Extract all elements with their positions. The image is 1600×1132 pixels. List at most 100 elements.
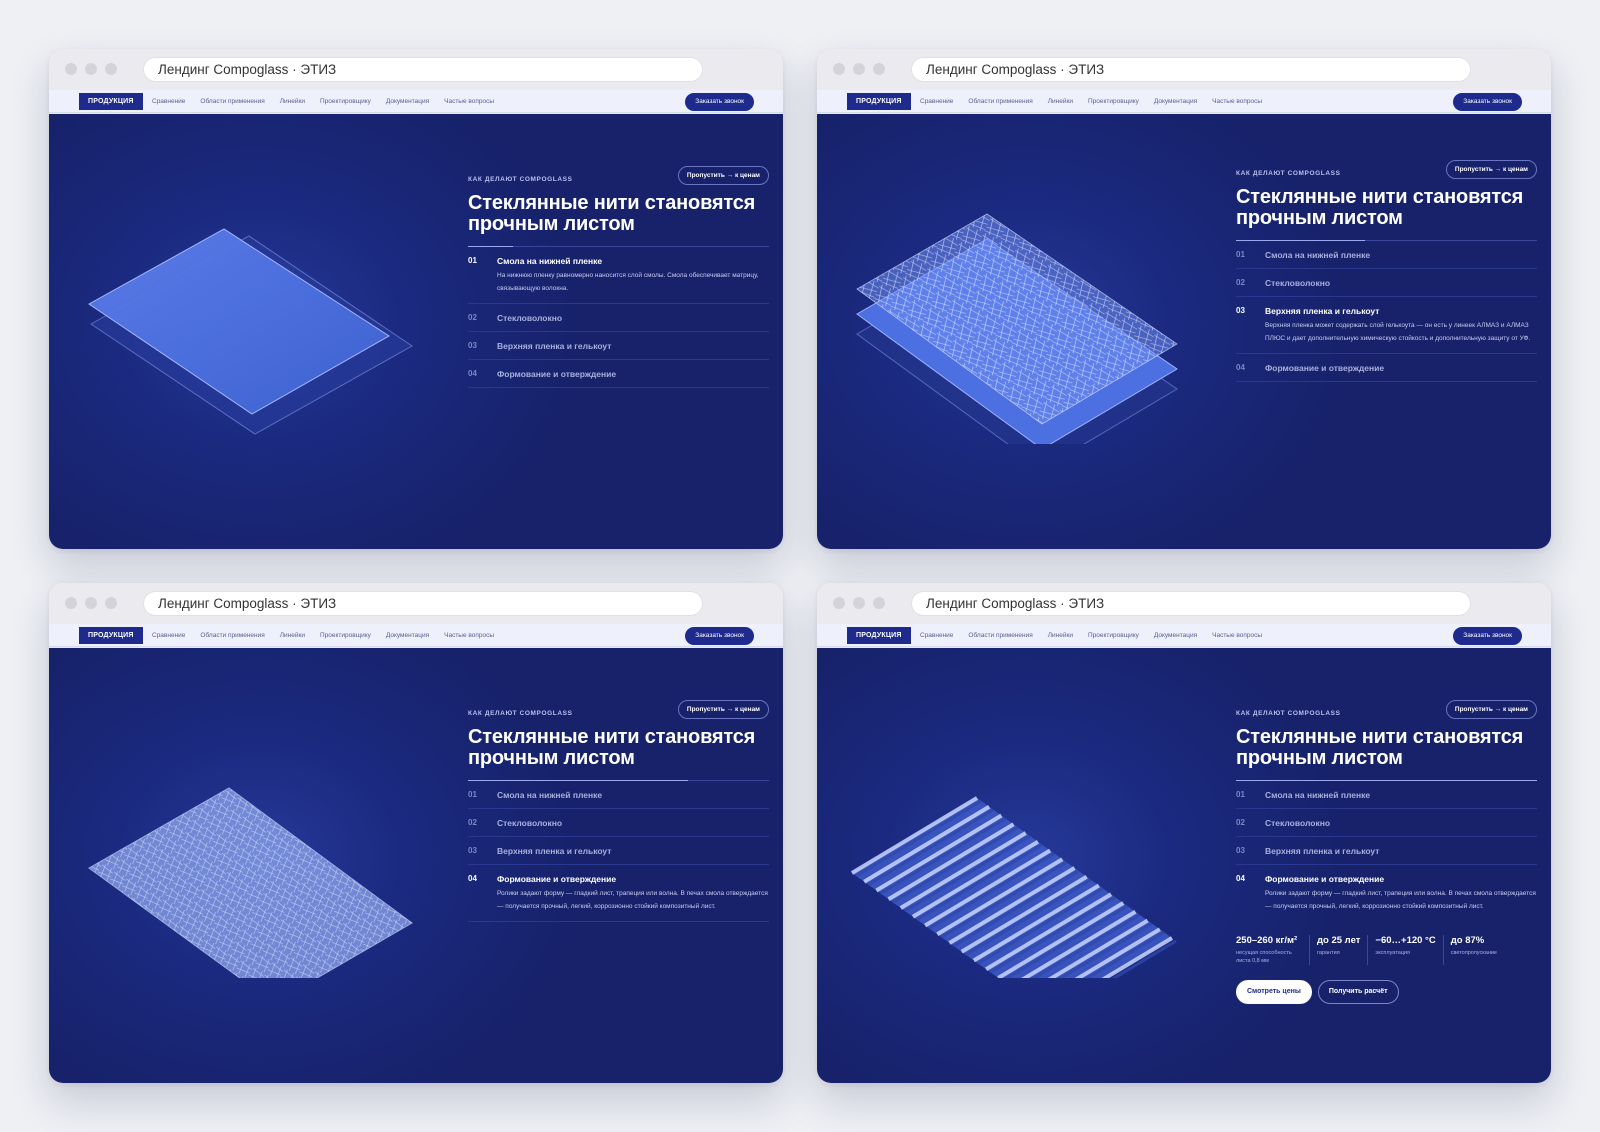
nav-link-faq[interactable]: Частые вопросы	[1212, 632, 1262, 639]
browser-chrome: Лендинг Compoglass · ЭТИЗ	[817, 49, 1551, 90]
zoom-dot[interactable]	[873, 597, 885, 609]
step-item[interactable]: 04 Формование и отверждение	[468, 360, 769, 388]
nav-link-lines[interactable]: Линейки	[1048, 98, 1073, 105]
nav-link-comparison[interactable]: Сравнение	[152, 98, 185, 105]
close-dot[interactable]	[65, 63, 77, 75]
step-item[interactable]: 03 Верхняя пленка и гелькоут Верхняя пле…	[1236, 297, 1537, 354]
step-item[interactable]: 02 Стекловолокно	[1236, 809, 1537, 837]
stat-label: гарантия	[1317, 950, 1340, 956]
step-item[interactable]: 03 Верхняя пленка и гелькоут	[468, 332, 769, 360]
close-dot[interactable]	[833, 63, 845, 75]
step-item[interactable]: 01 Смола на нижней пленке	[468, 781, 769, 809]
molded-sheet-illustration	[88, 787, 413, 978]
stat-label: эксплуатация	[1375, 950, 1410, 956]
nav-link-designers[interactable]: Проектировщику	[320, 98, 371, 105]
step-number: 03	[1236, 846, 1245, 855]
step-item[interactable]: 02 Стекловолокно	[468, 304, 769, 332]
nav-products[interactable]: ПРОДУКЦИЯ	[79, 627, 143, 644]
nav-link-designers[interactable]: Проектировщику	[1088, 632, 1139, 639]
step-title: Смола на нижней пленке	[1265, 250, 1371, 260]
skip-to-prices-button[interactable]: Пропустить → к ценам	[1445, 160, 1537, 179]
step-item[interactable]: 03 Верхняя пленка и гелькоут	[468, 837, 769, 865]
view-prices-button[interactable]: Смотреть цены	[1236, 980, 1312, 1004]
resin-film-illustration	[88, 228, 413, 435]
nav-link-faq[interactable]: Частые вопросы	[444, 98, 494, 105]
resin-layer	[88, 228, 390, 415]
nav-link-designers[interactable]: Проектировщику	[1088, 98, 1139, 105]
nav-link-applications[interactable]: Области применения	[200, 98, 264, 105]
nav-products[interactable]: ПРОДУКЦИЯ	[847, 93, 911, 110]
nav-link-comparison[interactable]: Сравнение	[920, 632, 953, 639]
stat-load: 250–260 кг/м² несущая способность листа …	[1236, 935, 1310, 965]
step-item[interactable]: 02 Стекловолокно	[468, 809, 769, 837]
skip-to-prices-button[interactable]: Пропустить → к ценам	[677, 166, 769, 185]
address-bar[interactable]: Лендинг Compoglass · ЭТИЗ	[143, 591, 703, 616]
order-call-button[interactable]: Заказать звонок	[685, 627, 754, 645]
step-description: Ролики задают форму — гладкий лист, трап…	[1265, 890, 1536, 910]
step-item[interactable]: 02 Стекловолокно	[1236, 269, 1537, 297]
order-call-button[interactable]: Заказать звонок	[1453, 627, 1522, 645]
step-item[interactable]: 01 Смола на нижней пленке На нижнюю плен…	[468, 247, 769, 304]
skip-to-prices-button[interactable]: Пропустить → к ценам	[1445, 700, 1537, 719]
step-number: 01	[468, 790, 477, 799]
step-number: 01	[468, 256, 477, 265]
browser-window-2: Лендинг Compoglass · ЭТИЗ ПРОДУКЦИЯ Срав…	[817, 49, 1551, 549]
step-title: Формование и отверждение	[1265, 363, 1385, 373]
stat-value: −60…+120 °С	[1375, 935, 1436, 946]
skip-to-prices-button[interactable]: Пропустить → к ценам	[677, 700, 769, 719]
nav-link-comparison[interactable]: Сравнение	[920, 98, 953, 105]
minimize-dot[interactable]	[85, 597, 97, 609]
browser-chrome: Лендинг Compoglass · ЭТИЗ	[49, 583, 783, 624]
step-item[interactable]: 01 Смола на нижней пленке	[1236, 241, 1537, 269]
step-item[interactable]: 01 Смола на нижней пленке	[1236, 781, 1537, 809]
nav-link-applications[interactable]: Области применения	[200, 632, 264, 639]
step-title: Верхняя пленка и гелькоут	[1265, 846, 1380, 856]
nav-link-applications[interactable]: Области применения	[968, 632, 1032, 639]
step-number: 02	[1236, 818, 1245, 827]
order-call-button[interactable]: Заказать звонок	[1453, 93, 1522, 111]
address-bar[interactable]: Лендинг Compoglass · ЭТИЗ	[143, 57, 703, 82]
zoom-dot[interactable]	[105, 597, 117, 609]
step-description: Верхняя пленка может содержать слой гель…	[1265, 322, 1531, 342]
order-call-button[interactable]: Заказать звонок	[685, 93, 754, 111]
nav-link-lines[interactable]: Линейки	[280, 98, 305, 105]
stat-label: несущая способность листа 0,8 мм	[1236, 950, 1292, 964]
step-item[interactable]: 04 Формование и отверждение	[1236, 354, 1537, 382]
step-title: Формование и отверждение	[497, 369, 617, 379]
step-number: 02	[468, 313, 477, 322]
nav-link-docs[interactable]: Документация	[386, 98, 429, 105]
nav-link-comparison[interactable]: Сравнение	[152, 632, 185, 639]
zoom-dot[interactable]	[873, 63, 885, 75]
nav-link-lines[interactable]: Линейки	[1048, 632, 1073, 639]
site-nav: ПРОДУКЦИЯ Сравнение Области применения Л…	[49, 624, 783, 647]
address-bar[interactable]: Лендинг Compoglass · ЭТИЗ	[911, 591, 1471, 616]
nav-link-lines[interactable]: Линейки	[280, 632, 305, 639]
nav-products[interactable]: ПРОДУКЦИЯ	[847, 627, 911, 644]
step-description: Ролики задают форму — гладкий лист, трап…	[497, 890, 768, 910]
close-dot[interactable]	[65, 597, 77, 609]
nav-link-faq[interactable]: Частые вопросы	[444, 632, 494, 639]
get-estimate-button[interactable]: Получить расчёт	[1317, 980, 1399, 1004]
step-item[interactable]: 04 Формование и отверждение Ролики задаю…	[1236, 865, 1537, 921]
minimize-dot[interactable]	[853, 63, 865, 75]
corrugated-sheet-illustration	[850, 796, 1177, 978]
step-item[interactable]: 03 Верхняя пленка и гелькоут	[1236, 837, 1537, 865]
step-title: Верхняя пленка и гелькоут	[1265, 306, 1380, 316]
step-number: 04	[1236, 363, 1245, 372]
nav-link-docs[interactable]: Документация	[1154, 98, 1197, 105]
process-panel: КАК ДЕЛАЮТ COMPOGLASS Пропустить → к цен…	[468, 166, 769, 388]
step-title: Стекловолокно	[1265, 278, 1331, 288]
nav-link-applications[interactable]: Области применения	[968, 98, 1032, 105]
nav-link-docs[interactable]: Документация	[386, 632, 429, 639]
nav-link-designers[interactable]: Проектировщику	[320, 632, 371, 639]
zoom-dot[interactable]	[105, 63, 117, 75]
nav-link-faq[interactable]: Частые вопросы	[1212, 98, 1262, 105]
minimize-dot[interactable]	[85, 63, 97, 75]
stat-label: светопропускание	[1450, 950, 1497, 956]
address-bar[interactable]: Лендинг Compoglass · ЭТИЗ	[911, 57, 1471, 82]
minimize-dot[interactable]	[853, 597, 865, 609]
nav-link-docs[interactable]: Документация	[1154, 632, 1197, 639]
close-dot[interactable]	[833, 597, 845, 609]
nav-products[interactable]: ПРОДУКЦИЯ	[79, 93, 143, 110]
step-item[interactable]: 04 Формование и отверждение Ролики задаю…	[468, 865, 769, 922]
